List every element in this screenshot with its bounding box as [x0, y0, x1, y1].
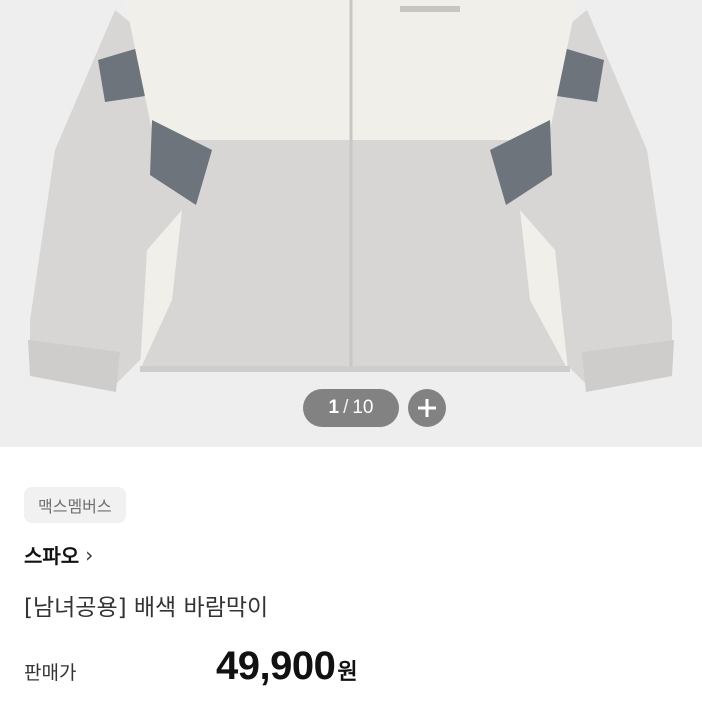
brand-name: 스파오 — [24, 544, 80, 568]
pager-separator: / — [343, 397, 349, 418]
membership-badge: 맥스멤버스 — [24, 487, 126, 523]
jacket-illustration — [28, 0, 674, 392]
chevron-right-icon: › — [85, 542, 94, 567]
zoom-button[interactable] — [408, 389, 446, 427]
product-title: [남녀공용] 배색 바람막이 — [24, 595, 269, 621]
price-value: 49,900 — [216, 644, 336, 688]
price-label: 판매가 — [24, 662, 77, 684]
pager-current: 1 — [328, 397, 340, 418]
price-unit: 원 — [337, 660, 358, 685]
price: 49,900 원 — [216, 644, 358, 689]
plus-icon — [418, 399, 436, 417]
product-image[interactable] — [0, 0, 702, 447]
image-pager: 1 / 10 — [303, 389, 399, 427]
brand-link[interactable]: 스파오 › — [24, 540, 93, 569]
pager-total: 10 — [352, 397, 374, 418]
